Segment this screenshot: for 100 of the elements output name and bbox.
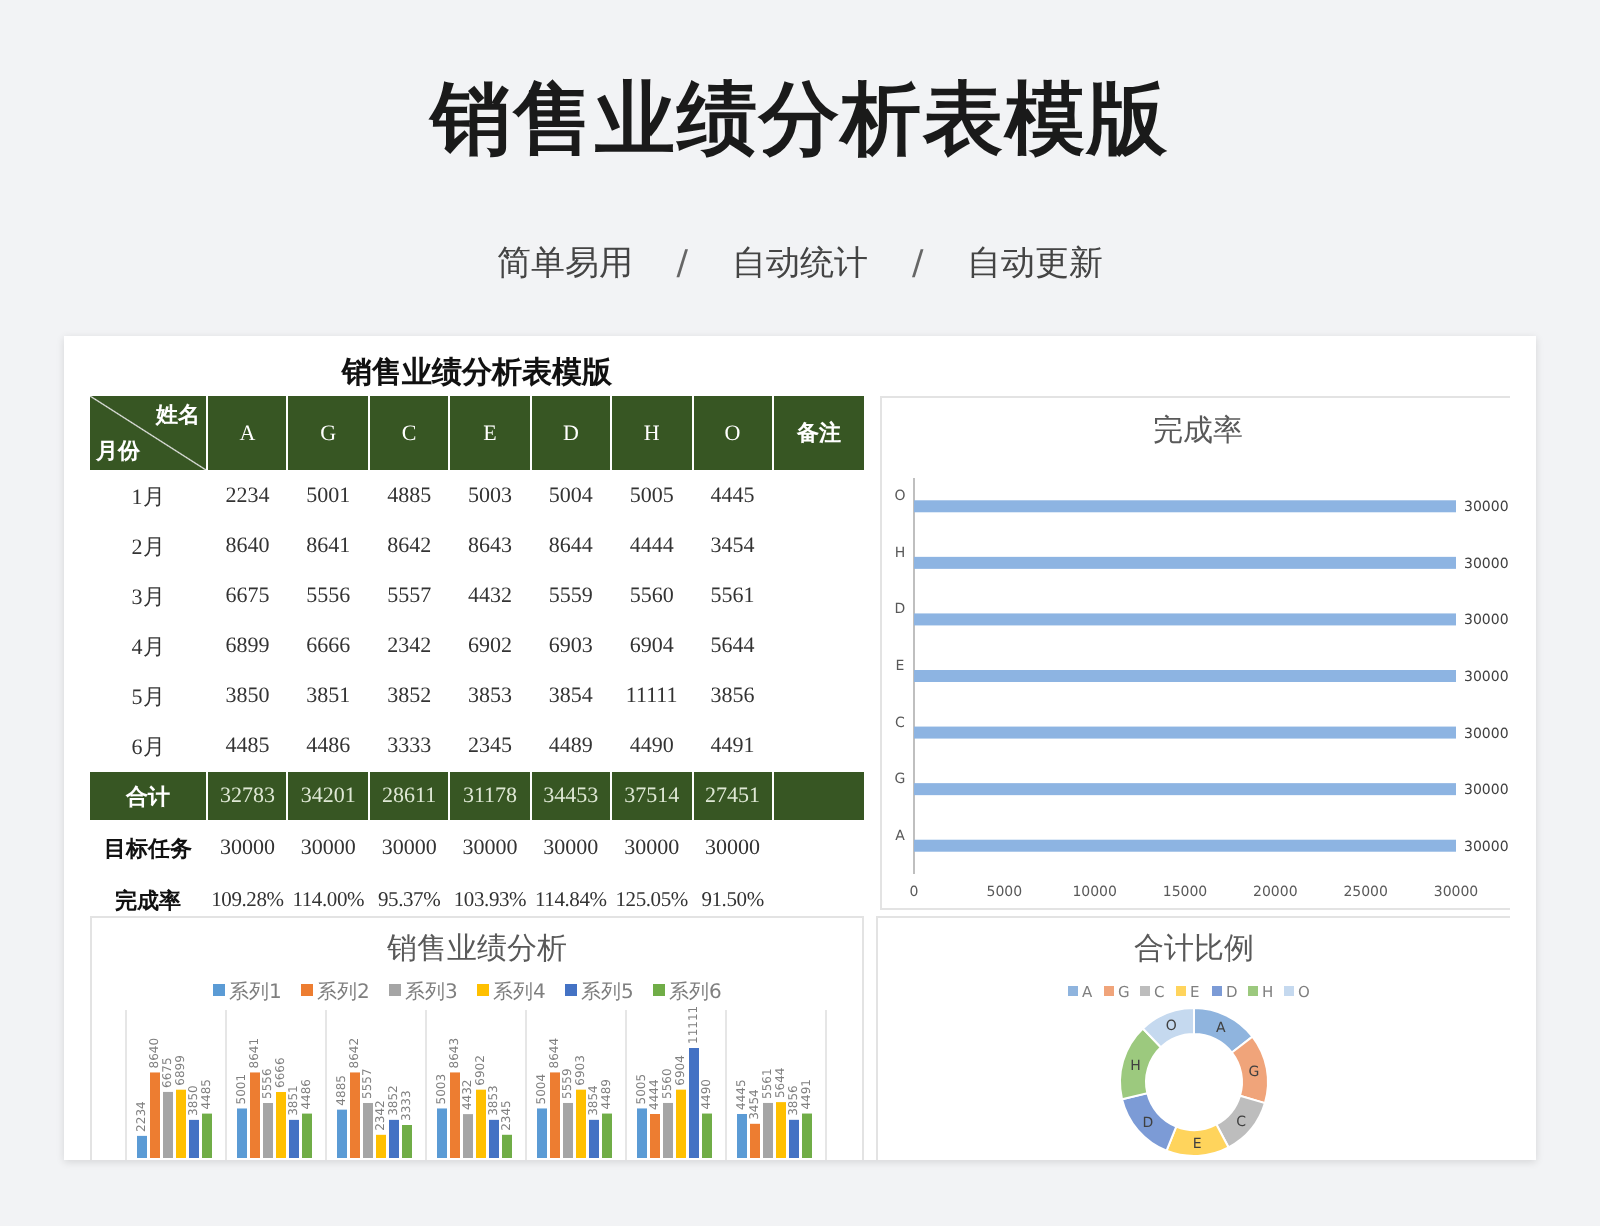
table-cell: 37514 — [612, 772, 692, 820]
table-cell-text: 30000 — [460, 834, 520, 864]
column-header: G — [288, 396, 368, 470]
page-title: 销售业绩分析表模版 — [431, 72, 1169, 168]
header-label: 姓名 — [156, 400, 200, 430]
table-cell-text: 4445 — [708, 482, 757, 512]
table-cell-text: 30000 — [541, 834, 601, 864]
bar — [389, 1119, 399, 1158]
column-header: 备注 — [773, 396, 864, 470]
row-header: 合计 — [90, 772, 206, 820]
legend-label: 系列4 — [493, 982, 546, 1004]
table-cell-text: 4885 — [385, 482, 434, 512]
bar — [337, 1109, 347, 1158]
table-cell-text: 11111 — [623, 682, 680, 712]
bar — [376, 1134, 386, 1158]
bar — [802, 1113, 812, 1158]
table-cell-text: 109.28% — [209, 888, 286, 916]
table-cell-text: 6675 — [223, 582, 272, 612]
bar — [476, 1089, 486, 1158]
bar — [676, 1089, 686, 1158]
table-cell-text: 5001 — [304, 482, 353, 512]
table-cell-text: 95.37% — [375, 888, 443, 916]
bar — [350, 1072, 360, 1158]
table-cell-text: 3851 — [304, 682, 353, 712]
table-cell-text: 30000 — [379, 834, 439, 864]
table-cell-text: 3852 — [385, 682, 434, 712]
table-cell-text: 8640 — [223, 532, 272, 562]
row-header: 1月 — [129, 483, 167, 513]
legend-label: 系列2 — [317, 982, 370, 1004]
row-header: 2月 — [129, 533, 167, 563]
table-cell-text: 5557 — [385, 582, 434, 612]
table-cell-text: 4490 — [627, 732, 676, 762]
table-cell-text: 3854 — [546, 682, 595, 712]
table-cell-text: 4444 — [627, 532, 676, 562]
bar — [689, 1048, 699, 1158]
table-cell-text: 5003 — [465, 482, 514, 512]
table-cell-text: 6903 — [546, 632, 595, 662]
table-cell-text: 4489 — [546, 732, 595, 762]
bar — [289, 1119, 299, 1158]
table-cell-text: 3333 — [385, 732, 434, 762]
table-cell-text: 8641 — [304, 532, 353, 562]
row-header: 目标任务 — [102, 833, 194, 865]
table-cell-text: 114.84% — [533, 888, 609, 916]
bar — [150, 1072, 160, 1158]
column-header: H — [612, 396, 692, 470]
bar — [702, 1113, 712, 1158]
chart-title: 完成率 — [1153, 416, 1243, 448]
table-cell-text: 5005 — [627, 482, 676, 512]
legend-label: 系列6 — [669, 982, 722, 1004]
tagline-separator: / — [912, 242, 924, 288]
table-cell-text: 5644 — [708, 632, 757, 662]
tagline-item: 简单易用 — [496, 242, 633, 288]
bar — [450, 1072, 460, 1158]
bar — [789, 1119, 799, 1158]
bar — [650, 1114, 660, 1158]
bar — [563, 1102, 573, 1158]
column-header: D — [531, 396, 611, 470]
table-cell: 28611 — [369, 772, 449, 820]
bar — [302, 1113, 312, 1158]
table-cell: 27451 — [693, 772, 772, 820]
table-cell: 34201 — [288, 772, 368, 820]
legend-label: 系列1 — [229, 982, 282, 1004]
chart-title: 合计比例 — [1134, 934, 1254, 966]
chart-title: 销售业绩分析 — [387, 934, 567, 966]
column-header: A — [208, 396, 287, 470]
bar — [202, 1113, 212, 1158]
table-cell-text: 2345 — [465, 732, 514, 762]
column-header: C — [369, 396, 449, 470]
legend-label: 系列5 — [581, 982, 634, 1004]
table-cell-text: 3853 — [465, 682, 514, 712]
tagline-item: 自动统计 — [732, 242, 868, 288]
bar — [402, 1125, 412, 1158]
table-cell-text: 30000 — [217, 834, 277, 864]
table-cell: 32783 — [208, 772, 287, 820]
bar — [437, 1108, 447, 1158]
row-header: 3月 — [129, 583, 167, 613]
table-cell-text: 8642 — [385, 532, 434, 562]
bar — [763, 1102, 773, 1158]
table-cell-text: 30000 — [703, 834, 763, 864]
table-cell-text: 6904 — [627, 632, 676, 662]
row-header: 5月 — [129, 683, 167, 713]
table-cell-text: 3856 — [708, 682, 757, 712]
table-cell: 31178 — [450, 772, 530, 820]
bar — [637, 1108, 647, 1158]
table-cell-text: 2342 — [385, 632, 434, 662]
table-cell-text: 6902 — [465, 632, 514, 662]
table-cell-text: 5004 — [546, 482, 595, 512]
table-cell-text: 114.00% — [290, 888, 367, 916]
bar — [502, 1134, 512, 1158]
table-cell-text: 4491 — [708, 732, 757, 762]
bar — [137, 1135, 147, 1158]
header-label: 月份 — [96, 436, 140, 466]
table-cell — [773, 772, 864, 820]
table-cell-text: 6899 — [223, 632, 272, 662]
bar — [663, 1102, 673, 1158]
bar — [550, 1072, 560, 1158]
bar — [576, 1089, 586, 1158]
bar — [776, 1102, 786, 1158]
bar — [537, 1108, 547, 1158]
column-header: O — [693, 396, 772, 470]
